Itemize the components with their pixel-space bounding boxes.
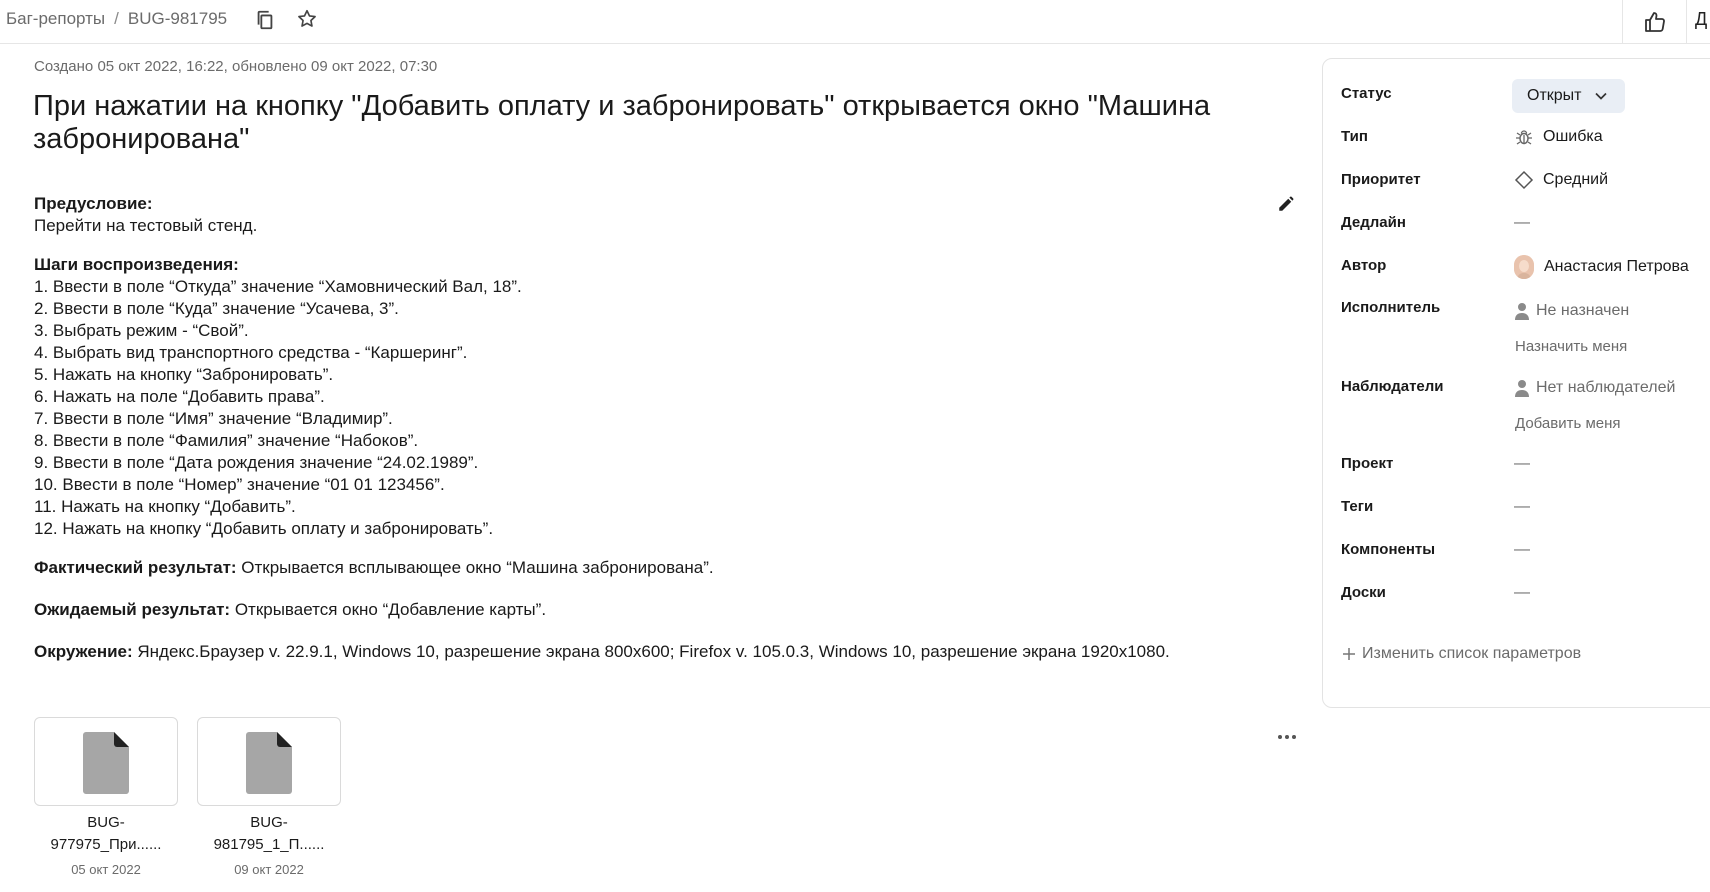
project-value[interactable]: — — [1514, 455, 1530, 473]
chevron-down-icon — [1594, 92, 1607, 100]
followers-value-text: Нет наблюдателей — [1536, 379, 1676, 396]
environment: Окружение: Яндекс.Браузер v. 22.9.1, Win… — [34, 642, 1170, 662]
author-label: Автор — [1341, 257, 1387, 274]
attachment-thumbnail[interactable] — [197, 717, 341, 806]
author-name: Анастасия Петрова — [1544, 258, 1689, 275]
step-item: 10. Ввести в поле “Номер” значение “01 0… — [34, 475, 445, 494]
assign-me-link[interactable]: Назначить меня — [1515, 338, 1627, 355]
priority-value[interactable]: Средний — [1514, 170, 1608, 190]
edge-action-button[interactable]: Д — [1686, 0, 1710, 43]
priority-value-text: Средний — [1543, 171, 1609, 188]
breadcrumb-separator: / — [114, 9, 119, 28]
boards-label: Доски — [1341, 584, 1386, 601]
assignee-label: Исполнитель — [1341, 299, 1441, 316]
created-updated-meta: Создано 05 окт 2022, 16:22, обновлено 09… — [34, 58, 438, 75]
attachment-name[interactable]: BUG- 981795_1_П...... — [197, 812, 341, 856]
followers-label: Наблюдатели — [1341, 378, 1444, 395]
precondition-label: Предусловие: — [34, 194, 153, 213]
attachment-date: 09 окт 2022 — [234, 862, 304, 877]
file-icon — [246, 732, 292, 794]
author-value[interactable]: Анастасия Петрова — [1514, 255, 1689, 279]
like-button[interactable] — [1622, 0, 1686, 43]
add-me-link[interactable]: Добавить меня — [1515, 415, 1621, 432]
actual-result-text: Открывается всплывающее окно “Машина заб… — [236, 558, 714, 577]
precondition-text: Перейти на тестовый стенд. — [34, 216, 258, 235]
bug-icon — [1516, 130, 1532, 145]
expected-result-text: Открывается окно “Добавление карты”. — [230, 600, 547, 619]
environment-text: Яндекс.Браузер v. 22.9.1, Windows 10, ра… — [132, 642, 1170, 661]
tags-label: Теги — [1341, 498, 1374, 515]
attachment-name-line: 981795_1_П...... — [213, 836, 325, 853]
tags-value[interactable]: — — [1514, 498, 1530, 516]
step-item: 8. Ввести в поле “Фамилия” значение “Наб… — [34, 431, 419, 450]
breadcrumb-section-link[interactable]: Баг-репорты — [6, 9, 105, 29]
breadcrumb: Баг-репорты / BUG-981795 — [6, 9, 227, 29]
attachment-thumbnail[interactable] — [34, 717, 178, 806]
status-dropdown[interactable]: Открыт — [1512, 79, 1625, 113]
actual-result: Фактический результат: Открывается всплы… — [34, 558, 714, 578]
steps-label: Шаги воспроизведения: — [34, 255, 239, 274]
step-item: 5. Нажать на кнопку “Забронировать”. — [34, 365, 334, 384]
copy-icon[interactable] — [254, 9, 276, 31]
step-item: 11. Нажать на кнопку “Добавить”. — [34, 497, 296, 516]
assignee-value[interactable]: Не назначен — [1514, 301, 1629, 321]
step-item: 12. Нажать на кнопку “Добавить оплату и … — [34, 519, 494, 538]
deadline-value[interactable]: — — [1514, 214, 1530, 232]
attachment-name-line: BUG- — [87, 814, 125, 831]
type-value-text: Ошибка — [1543, 128, 1603, 145]
star-icon[interactable] — [296, 8, 318, 30]
attachment-name[interactable]: BUG- 977975_При...... — [34, 812, 178, 856]
type-label: Тип — [1341, 128, 1368, 145]
deadline-label: Дедлайн — [1341, 214, 1406, 231]
user-icon — [1515, 303, 1529, 320]
environment-label: Окружение: — [34, 642, 133, 661]
priority-label: Приоритет — [1341, 171, 1421, 188]
expected-result-label: Ожидаемый результат: — [34, 600, 231, 619]
components-value[interactable]: — — [1514, 541, 1530, 559]
actual-result-label: Фактический результат: — [34, 558, 237, 577]
step-item: 3. Выбрать режим - “Свой”. — [34, 321, 249, 340]
step-item: 7. Ввести в поле “Имя” значение “Владими… — [34, 409, 393, 428]
boards-value[interactable]: — — [1514, 584, 1530, 602]
diamond-icon — [1514, 170, 1534, 190]
attachment-date: 05 окт 2022 — [71, 862, 141, 877]
breadcrumb-issue-key[interactable]: BUG-981795 — [128, 9, 227, 29]
file-icon — [83, 732, 129, 794]
user-icon — [1515, 380, 1529, 397]
change-params-label: Изменить список параметров — [1362, 645, 1582, 662]
avatar — [1514, 255, 1534, 279]
followers-value[interactable]: Нет наблюдателей — [1514, 378, 1675, 398]
step-item: 4. Выбрать вид транспортного средства - … — [34, 343, 468, 362]
type-value[interactable]: Ошибка — [1514, 127, 1603, 147]
thumbs-up-icon — [1644, 11, 1665, 32]
status-value: Открыт — [1527, 87, 1582, 104]
change-params-button[interactable]: Изменить список параметров — [1342, 645, 1581, 663]
more-options-icon[interactable] — [1277, 733, 1297, 741]
step-item: 6. Нажать на поле “Добавить права”. — [34, 387, 325, 406]
status-label: Статус — [1341, 85, 1392, 102]
project-label: Проект — [1341, 455, 1394, 472]
top-bar: Баг-репорты / BUG-981795 Д — [0, 0, 1710, 44]
plus-icon — [1343, 648, 1355, 660]
attachment-name-line: BUG- — [250, 814, 288, 831]
assignee-value-text: Не назначен — [1536, 302, 1630, 319]
step-item: 1. Ввести в поле “Откуда” значение “Хамо… — [34, 277, 522, 296]
step-item: 9. Ввести в поле “Дата рождения значение… — [34, 453, 479, 472]
step-item: 2. Ввести в поле “Куда” значение “Усачев… — [34, 299, 399, 318]
components-label: Компоненты — [1341, 541, 1436, 558]
expected-result: Ожидаемый результат: Открывается окно “Д… — [34, 600, 546, 620]
edit-pencil-icon[interactable] — [1277, 195, 1295, 213]
attachment-name-line: 977975_При...... — [50, 836, 162, 853]
issue-title[interactable]: При нажатии на кнопку "Добавить оплату и… — [33, 90, 1273, 156]
